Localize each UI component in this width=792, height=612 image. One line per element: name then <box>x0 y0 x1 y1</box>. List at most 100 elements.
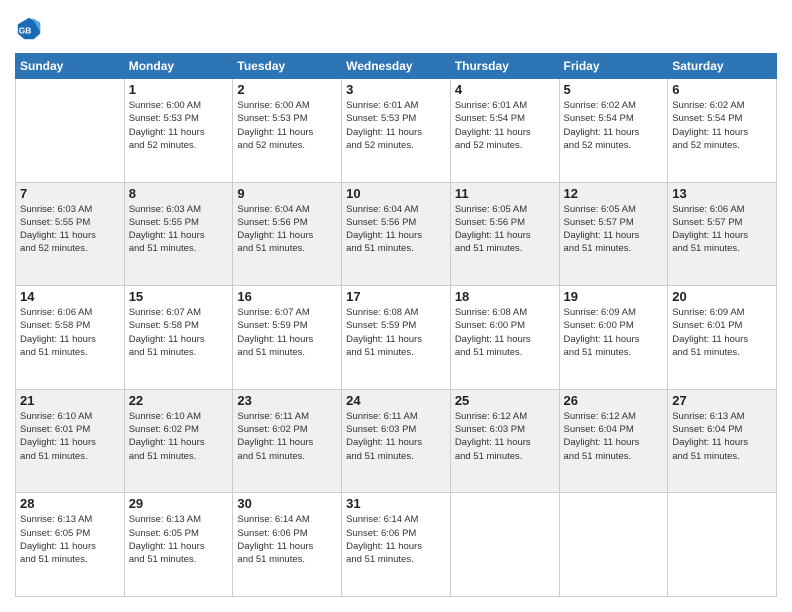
calendar-cell: 16 Sunrise: 6:07 AM Sunset: 5:59 PM Dayli… <box>233 286 342 390</box>
calendar-week-row: 1 Sunrise: 6:00 AM Sunset: 5:53 PM Daylig… <box>16 79 777 183</box>
day-info: Sunrise: 6:01 AM Sunset: 5:53 PM Dayligh… <box>346 99 446 152</box>
day-number: 12 <box>564 186 664 201</box>
calendar-cell <box>16 79 125 183</box>
day-info: Sunrise: 6:05 AM Sunset: 5:56 PM Dayligh… <box>455 203 555 256</box>
day-number: 4 <box>455 82 555 97</box>
calendar-cell: 6Sunrise: 6:02 AM Sunset: 5:54 PM Daylig… <box>668 79 777 183</box>
calendar-cell: 31 Sunrise: 6:14 AM Sunset: 6:06 PM Dayli… <box>342 493 451 597</box>
day-number: 19 <box>564 289 664 304</box>
day-info: Sunrise: 6:00 AM Sunset: 5:53 PM Dayligh… <box>129 99 229 152</box>
calendar-day-header: Tuesday <box>233 54 342 79</box>
calendar-cell: 22Sunrise: 6:10 AM Sunset: 6:02 PM Dayli… <box>124 389 233 493</box>
day-info: Sunrise: 6:08 AM Sunset: 5:59 PM Dayligh… <box>346 306 446 359</box>
day-info: Sunrise: 6:13 AM Sunset: 6:04 PM Dayligh… <box>672 410 772 463</box>
calendar-cell: 25 Sunrise: 6:12 AM Sunset: 6:03 PM Dayli… <box>450 389 559 493</box>
day-number: 24 <box>346 393 446 408</box>
calendar-cell: 24Sunrise: 6:11 AM Sunset: 6:03 PM Dayli… <box>342 389 451 493</box>
day-number: 17 <box>346 289 446 304</box>
header-row: SundayMondayTuesdayWednesdayThursdayFrid… <box>16 54 777 79</box>
day-info: Sunrise: 6:00 AM Sunset: 5:53 PM Dayligh… <box>237 99 337 152</box>
day-info: Sunrise: 6:07 AM Sunset: 5:59 PM Dayligh… <box>237 306 337 359</box>
calendar-cell: 27 Sunrise: 6:13 AM Sunset: 6:04 PM Dayli… <box>668 389 777 493</box>
day-info: Sunrise: 6:12 AM Sunset: 6:03 PM Dayligh… <box>455 410 555 463</box>
day-number: 15 <box>129 289 229 304</box>
calendar-cell <box>668 493 777 597</box>
calendar-header: SundayMondayTuesdayWednesdayThursdayFrid… <box>16 54 777 79</box>
calendar-cell: 7 Sunrise: 6:03 AM Sunset: 5:55 PM Daylig… <box>16 182 125 286</box>
calendar-cell <box>559 493 668 597</box>
day-number: 3 <box>346 82 446 97</box>
day-number: 27 <box>672 393 772 408</box>
calendar-week-row: 7 Sunrise: 6:03 AM Sunset: 5:55 PM Daylig… <box>16 182 777 286</box>
day-info: Sunrise: 6:09 AM Sunset: 6:00 PM Dayligh… <box>564 306 664 359</box>
day-number: 23 <box>237 393 337 408</box>
calendar-day-header: Wednesday <box>342 54 451 79</box>
day-number: 8 <box>129 186 229 201</box>
day-number: 20 <box>672 289 772 304</box>
calendar-cell: 26 Sunrise: 6:12 AM Sunset: 6:04 PM Dayli… <box>559 389 668 493</box>
day-info: Sunrise: 6:08 AM Sunset: 6:00 PM Dayligh… <box>455 306 555 359</box>
day-number: 25 <box>455 393 555 408</box>
day-info: Sunrise: 6:04 AM Sunset: 5:56 PM Dayligh… <box>346 203 446 256</box>
calendar-week-row: 28Sunrise: 6:13 AM Sunset: 6:05 PM Dayli… <box>16 493 777 597</box>
day-number: 2 <box>237 82 337 97</box>
calendar-cell: 9 Sunrise: 6:04 AM Sunset: 5:56 PM Daylig… <box>233 182 342 286</box>
day-number: 9 <box>237 186 337 201</box>
calendar-cell: 21Sunrise: 6:10 AM Sunset: 6:01 PM Dayli… <box>16 389 125 493</box>
calendar-cell: 17 Sunrise: 6:08 AM Sunset: 5:59 PM Dayli… <box>342 286 451 390</box>
day-info: Sunrise: 6:03 AM Sunset: 5:55 PM Dayligh… <box>20 203 120 256</box>
day-info: Sunrise: 6:04 AM Sunset: 5:56 PM Dayligh… <box>237 203 337 256</box>
day-info: Sunrise: 6:05 AM Sunset: 5:57 PM Dayligh… <box>564 203 664 256</box>
calendar-body: 1 Sunrise: 6:00 AM Sunset: 5:53 PM Daylig… <box>16 79 777 597</box>
calendar-day-header: Friday <box>559 54 668 79</box>
calendar-cell: 4 Sunrise: 6:01 AM Sunset: 5:54 PM Daylig… <box>450 79 559 183</box>
day-info: Sunrise: 6:03 AM Sunset: 5:55 PM Dayligh… <box>129 203 229 256</box>
page: GB SundayMondayTuesdayWednesdayThursdayF… <box>0 0 792 612</box>
day-number: 14 <box>20 289 120 304</box>
calendar-cell: 5 Sunrise: 6:02 AM Sunset: 5:54 PM Daylig… <box>559 79 668 183</box>
day-number: 7 <box>20 186 120 201</box>
svg-text:GB: GB <box>19 26 32 36</box>
calendar-cell: 13 Sunrise: 6:06 AM Sunset: 5:57 PM Dayli… <box>668 182 777 286</box>
calendar-week-row: 21Sunrise: 6:10 AM Sunset: 6:01 PM Dayli… <box>16 389 777 493</box>
day-info: Sunrise: 6:13 AM Sunset: 6:05 PM Dayligh… <box>129 513 229 566</box>
day-info: Sunrise: 6:14 AM Sunset: 6:06 PM Dayligh… <box>346 513 446 566</box>
calendar-cell: 28Sunrise: 6:13 AM Sunset: 6:05 PM Dayli… <box>16 493 125 597</box>
calendar-cell: 11 Sunrise: 6:05 AM Sunset: 5:56 PM Dayli… <box>450 182 559 286</box>
day-number: 11 <box>455 186 555 201</box>
calendar-cell: 19 Sunrise: 6:09 AM Sunset: 6:00 PM Dayli… <box>559 286 668 390</box>
day-info: Sunrise: 6:09 AM Sunset: 6:01 PM Dayligh… <box>672 306 772 359</box>
day-number: 21 <box>20 393 120 408</box>
calendar-cell: 8 Sunrise: 6:03 AM Sunset: 5:55 PM Daylig… <box>124 182 233 286</box>
day-number: 5 <box>564 82 664 97</box>
calendar-week-row: 14 Sunrise: 6:06 AM Sunset: 5:58 PM Dayli… <box>16 286 777 390</box>
day-info: Sunrise: 6:06 AM Sunset: 5:58 PM Dayligh… <box>20 306 120 359</box>
day-number: 29 <box>129 496 229 511</box>
day-number: 31 <box>346 496 446 511</box>
calendar-cell: 3 Sunrise: 6:01 AM Sunset: 5:53 PM Daylig… <box>342 79 451 183</box>
day-number: 26 <box>564 393 664 408</box>
calendar-cell: 15Sunrise: 6:07 AM Sunset: 5:58 PM Dayli… <box>124 286 233 390</box>
calendar-cell: 10 Sunrise: 6:04 AM Sunset: 5:56 PM Dayli… <box>342 182 451 286</box>
day-info: Sunrise: 6:01 AM Sunset: 5:54 PM Dayligh… <box>455 99 555 152</box>
day-info: Sunrise: 6:02 AM Sunset: 5:54 PM Dayligh… <box>672 99 772 152</box>
day-number: 10 <box>346 186 446 201</box>
calendar-cell <box>450 493 559 597</box>
calendar-table: SundayMondayTuesdayWednesdayThursdayFrid… <box>15 53 777 597</box>
calendar-day-header: Sunday <box>16 54 125 79</box>
calendar-day-header: Monday <box>124 54 233 79</box>
calendar-cell: 12 Sunrise: 6:05 AM Sunset: 5:57 PM Dayli… <box>559 182 668 286</box>
day-info: Sunrise: 6:14 AM Sunset: 6:06 PM Dayligh… <box>237 513 337 566</box>
day-number: 16 <box>237 289 337 304</box>
day-number: 1 <box>129 82 229 97</box>
calendar-cell: 29 Sunrise: 6:13 AM Sunset: 6:05 PM Dayli… <box>124 493 233 597</box>
day-number: 13 <box>672 186 772 201</box>
day-info: Sunrise: 6:12 AM Sunset: 6:04 PM Dayligh… <box>564 410 664 463</box>
calendar-cell: 14 Sunrise: 6:06 AM Sunset: 5:58 PM Dayli… <box>16 286 125 390</box>
day-info: Sunrise: 6:06 AM Sunset: 5:57 PM Dayligh… <box>672 203 772 256</box>
logo-icon: GB <box>15 15 43 43</box>
day-info: Sunrise: 6:02 AM Sunset: 5:54 PM Dayligh… <box>564 99 664 152</box>
calendar-cell: 20 Sunrise: 6:09 AM Sunset: 6:01 PM Dayli… <box>668 286 777 390</box>
calendar-cell: 23Sunrise: 6:11 AM Sunset: 6:02 PM Dayli… <box>233 389 342 493</box>
logo: GB <box>15 15 45 43</box>
